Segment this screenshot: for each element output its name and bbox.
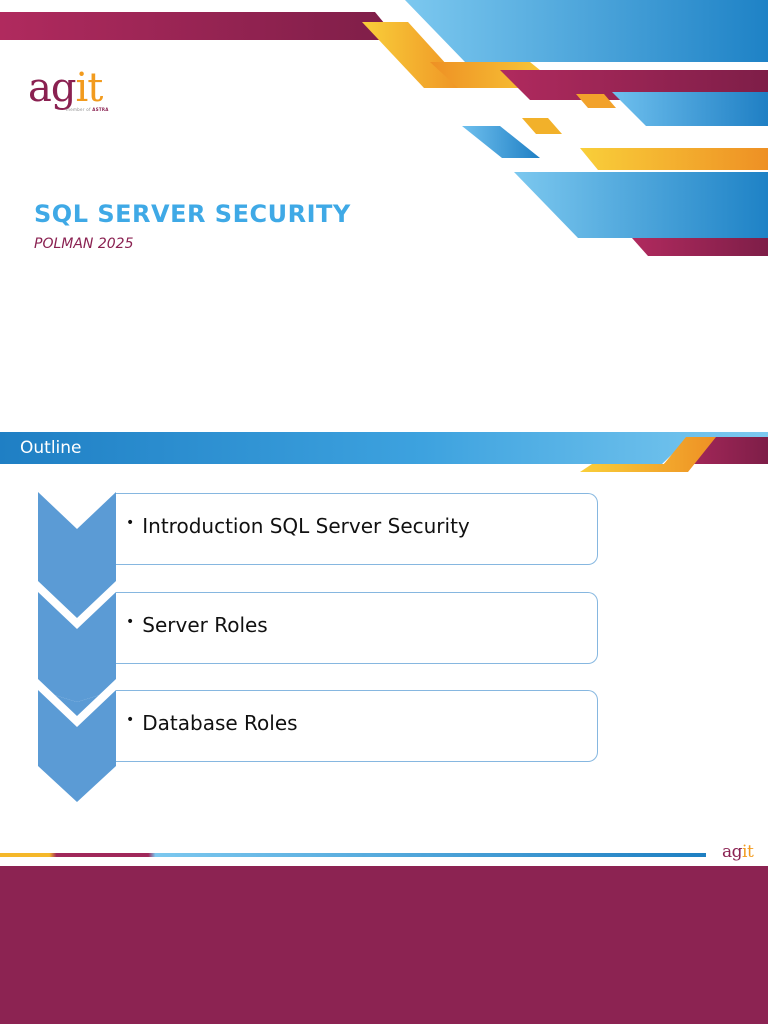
logo-tagline-prefix: member of [66, 107, 93, 112]
outline-item: • Introduction SQL Server Security [116, 493, 598, 565]
bottom-background [0, 866, 768, 1024]
slide-subtitle: POLMAN 2025 [34, 236, 134, 252]
bullet-icon: • [126, 614, 135, 630]
logo-text-ag: ag [28, 65, 76, 111]
slide-title: SQL SERVER SECURITY [34, 200, 351, 228]
outline-item-label: Database Roles [142, 711, 298, 735]
footer-logo-ag: ag [722, 842, 743, 862]
outline-header: Outline [20, 438, 82, 458]
logo-text-it: it [75, 65, 103, 111]
outline-item-label: Introduction SQL Server Security [142, 514, 470, 538]
outline-item: • Database Roles [116, 690, 598, 762]
agit-logo: agit member of ASTRA [28, 66, 138, 126]
logo-tagline-brand: ASTRA [92, 107, 109, 112]
bullet-icon: • [126, 515, 135, 531]
bullet-icon: • [126, 712, 135, 728]
outline-slide: Outline • Introduction SQL Server Securit… [0, 432, 768, 866]
footer-logo-it: it [742, 842, 754, 862]
outline-item-label: Server Roles [142, 613, 268, 637]
footer-agit-logo: agit [722, 842, 754, 862]
outline-item: • Server Roles [116, 592, 598, 664]
logo-tagline: member of ASTRA [66, 107, 109, 112]
title-slide: agit member of ASTRA SQL SERVER SECURITY… [0, 0, 768, 432]
